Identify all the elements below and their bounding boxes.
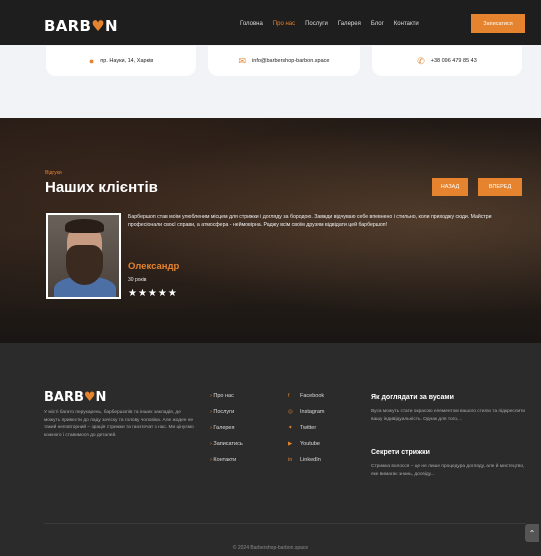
footer-social: f Facebook ◎ Instagram ✦ Twitter ▶ Youtube i… (288, 393, 324, 463)
youtube-icon: ▶ (288, 441, 293, 447)
main-nav: Головна Про нас Послуги Галерея Блог Кон… (240, 21, 419, 27)
logo-mark-icon: ♥ (91, 17, 105, 35)
footer-divider (44, 523, 526, 524)
logo[interactable]: BARB♥N (44, 17, 118, 35)
footer-link-about[interactable]: › Про нас (210, 393, 243, 399)
site-header: BARB♥N Головна Про нас Послуги Галерея Б… (0, 0, 541, 45)
address-text: пр. Науки, 14, Харків (100, 58, 154, 64)
blog-post-excerpt: Стрижка волосся – це не лише процедура д… (371, 464, 525, 477)
nav-item-gallery[interactable]: Галерея (338, 21, 361, 27)
client-name: Олександр (128, 261, 180, 272)
social-link-linkedin[interactable]: in LinkedIn (288, 457, 324, 463)
footer-link-label: Послуги (213, 409, 235, 415)
section-kicker: Відгуки (45, 170, 62, 176)
footer-link-label: Про нас (213, 393, 234, 399)
email-link[interactable]: info@barbershop-barbon.space (252, 58, 329, 64)
phone-link[interactable]: +38 096 479 85 43 (431, 58, 477, 64)
location-pin-icon: ● (88, 55, 95, 66)
social-link-youtube[interactable]: ▶ Youtube (288, 441, 324, 447)
social-label: Instagram (300, 409, 325, 415)
social-label: Twitter (300, 425, 317, 431)
mail-icon: ✉ (238, 55, 247, 66)
client-age: 30 років (128, 277, 147, 283)
instagram-icon: ◎ (288, 409, 293, 415)
logo-text-left: BARB (44, 17, 92, 35)
social-label: Facebook (300, 393, 325, 399)
linkedin-icon: in (288, 457, 293, 463)
footer-logo-text-left: BARB (44, 390, 84, 405)
nav-item-home[interactable]: Головна (240, 21, 263, 27)
footer-link-label: Галерея (213, 425, 235, 431)
footer-link-label: Контакти (213, 457, 237, 463)
social-link-twitter[interactable]: ✦ Twitter (288, 425, 324, 431)
site-footer (0, 343, 541, 556)
twitter-icon: ✦ (288, 425, 293, 431)
nav-item-contacts[interactable]: Контакти (394, 21, 419, 27)
nav-item-services[interactable]: Послуги (305, 21, 328, 27)
phone-card: ✆ +38 096 479 85 43 (372, 46, 522, 76)
footer-about-text: У місті багато перукарень, барбершопів т… (44, 410, 194, 438)
footer-link-label: Записатись (213, 441, 243, 447)
social-label: Youtube (300, 441, 320, 447)
footer-link-gallery[interactable]: › Галерея (210, 425, 243, 431)
logo-text-right: N (104, 17, 118, 35)
section-title: Наших клієнтів (45, 179, 158, 196)
phone-icon: ✆ (417, 55, 425, 66)
footer-link-services[interactable]: › Послуги (210, 409, 243, 415)
rating-stars-icon: ★★★★★ (128, 288, 178, 299)
client-photo (46, 213, 121, 299)
social-link-instagram[interactable]: ◎ Instagram (288, 409, 324, 415)
footer-link-contacts[interactable]: › Контакти (210, 457, 243, 463)
prev-button[interactable]: НАЗАД (432, 178, 468, 196)
book-button[interactable]: Записатися (471, 14, 525, 33)
testimonial-text: Барбершоп став моїм улюбленим місцем для… (128, 214, 492, 228)
copyright-text: © 2024 Barbershop-barbon.space (232, 545, 309, 551)
footer-link-booking[interactable]: › Записатись (210, 441, 243, 447)
footer-logo[interactable]: BARB♥N (44, 390, 106, 405)
social-label: LinkedIn (300, 457, 321, 463)
footer-logo-mark-icon: ♥ (83, 390, 96, 405)
blog-post-title[interactable]: Як доглядати за вусами (371, 394, 454, 401)
footer-logo-text-right: N (95, 390, 107, 405)
nav-item-blog[interactable]: Блог (371, 21, 384, 27)
blog-post-excerpt: Вуса можуть стати окрасою елементом вашо… (371, 409, 526, 422)
footer-links: › Про нас › Послуги › Галерея › Записати… (210, 393, 243, 463)
address-card: ● пр. Науки, 14, Харків (46, 46, 196, 76)
email-card: ✉ info@barbershop-barbon.space (208, 46, 360, 76)
social-link-facebook[interactable]: f Facebook (288, 393, 324, 399)
scroll-to-top-button[interactable]: ⌃ (525, 524, 539, 542)
facebook-icon: f (288, 393, 290, 399)
nav-item-about[interactable]: Про нас (273, 21, 295, 27)
blog-post-title[interactable]: Секрети стрижки (371, 449, 430, 456)
next-button[interactable]: ВПЕРЕД (478, 178, 522, 196)
